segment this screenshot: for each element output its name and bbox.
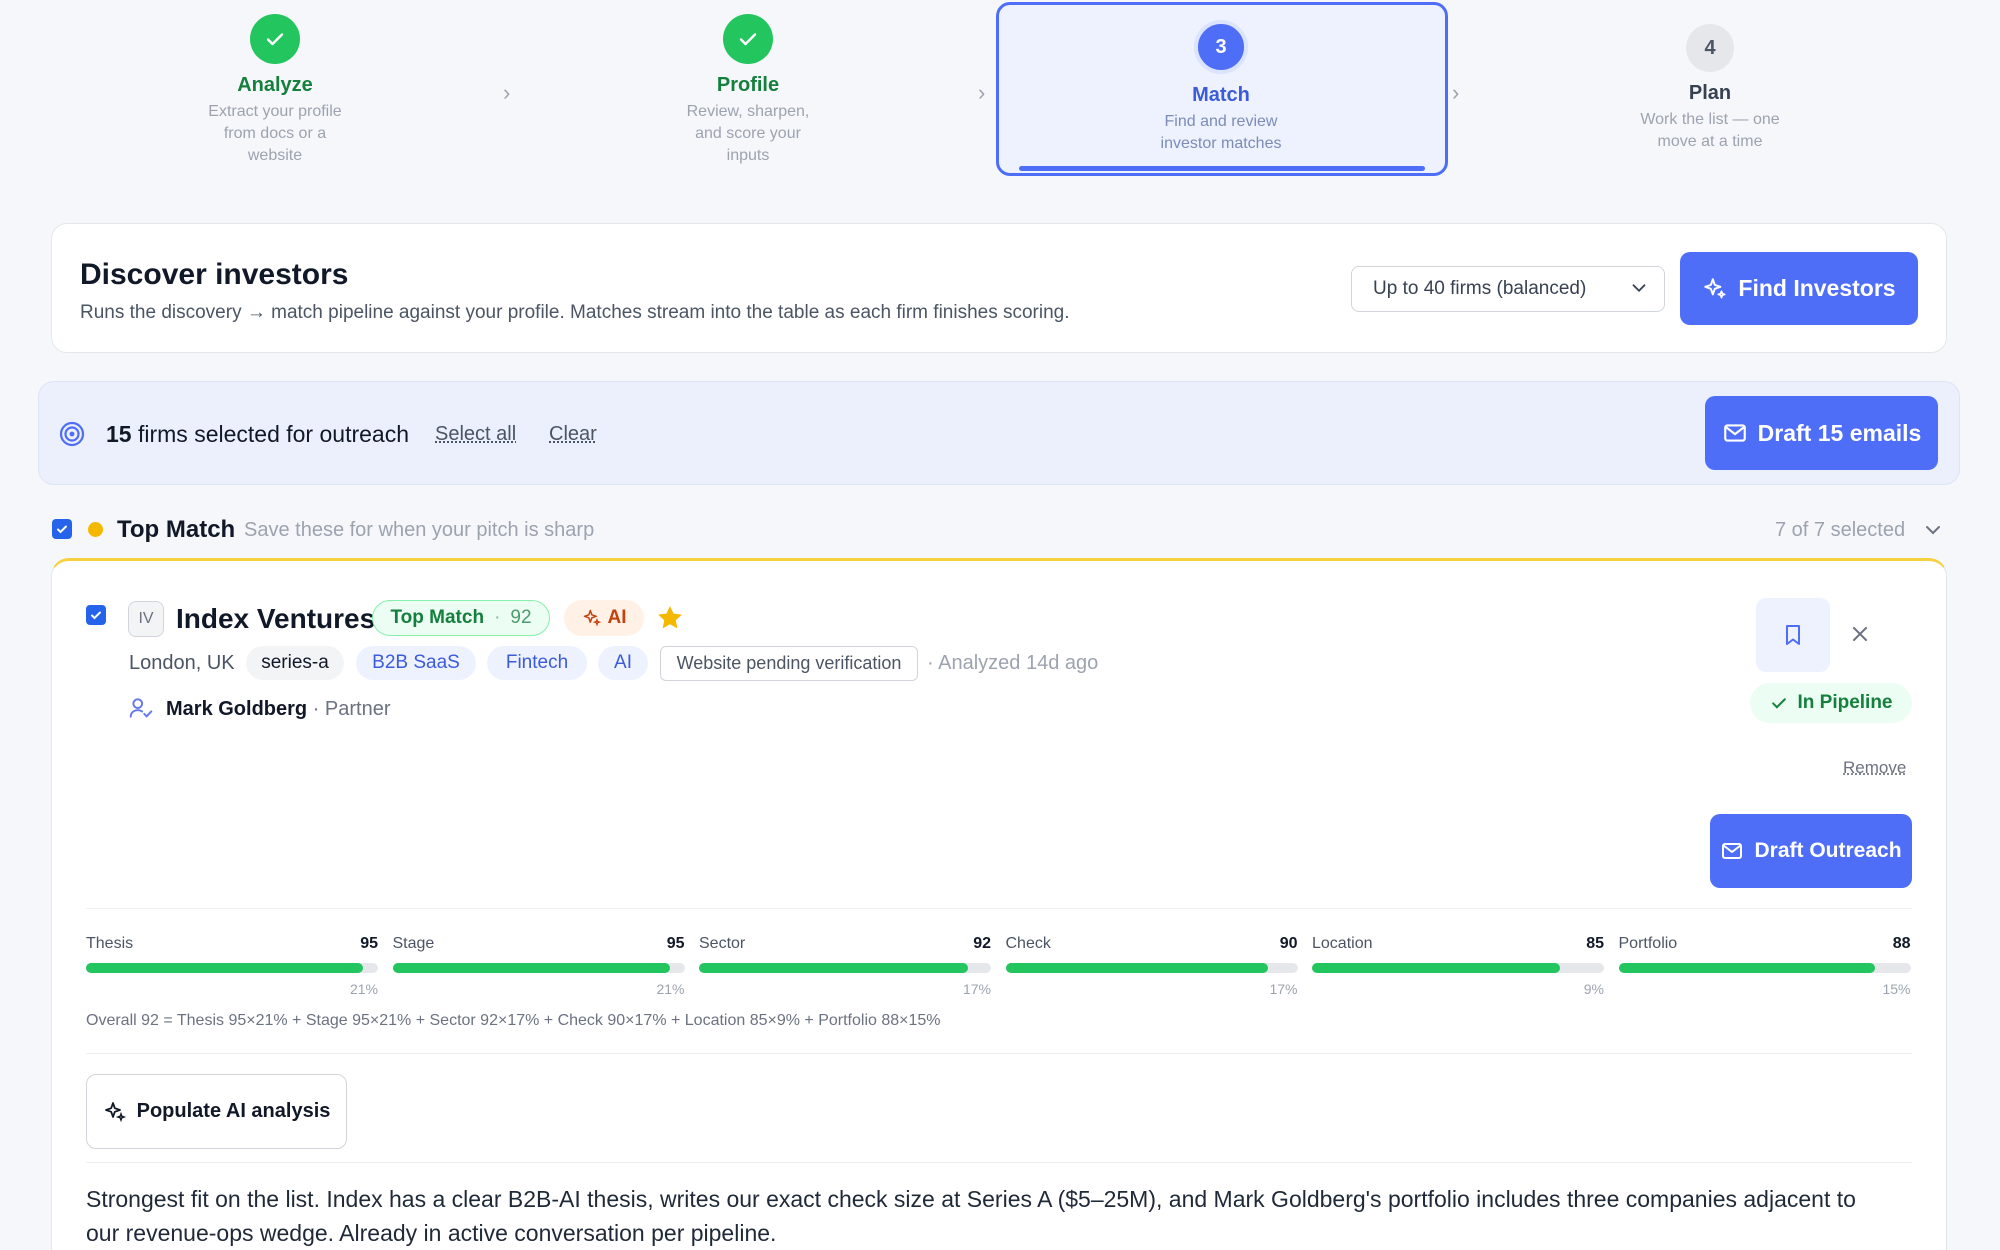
bookmark-button[interactable] — [1756, 598, 1830, 672]
check-icon — [250, 14, 300, 64]
ai-analysis-text: Strongest fit on the list. Index has a c… — [86, 1182, 1926, 1250]
match-badge: Top Match · 92 — [372, 600, 550, 636]
score-bar-fill — [1312, 963, 1560, 973]
discover-subtitle: Runs the discovery → match pipeline agai… — [80, 302, 1070, 324]
step-description: Find and review investor matches — [1121, 111, 1321, 155]
score-value: 90 — [1006, 935, 1298, 953]
score-formula: Overall 92 = Thesis 95×21% + Stage 95×21… — [86, 1012, 941, 1030]
step-plan[interactable]: 4 Plan Work the list — one move at a time — [1610, 24, 1810, 153]
score-bar-track — [1006, 963, 1298, 973]
discover-title: Discover investors — [80, 258, 348, 292]
step-title: Profile — [648, 74, 848, 97]
group-color-dot — [88, 522, 103, 537]
step-number: 3 — [1194, 20, 1248, 74]
find-investors-button[interactable]: Find Investors — [1680, 252, 1918, 325]
score-bar-fill — [699, 963, 968, 973]
score-weight: 17% — [1006, 981, 1298, 997]
check-icon — [89, 608, 103, 622]
step-analyze[interactable]: Analyze Extract your profile from docs or… — [175, 14, 375, 167]
score-bar-fill — [86, 963, 363, 973]
clear-link[interactable]: Clear — [549, 423, 597, 446]
star-icon[interactable] — [655, 603, 685, 633]
draft-emails-button[interactable]: Draft 15 emails — [1705, 396, 1938, 470]
bookmark-icon — [1781, 622, 1805, 648]
check-icon — [723, 14, 773, 64]
score-bar-track — [699, 963, 991, 973]
divider — [86, 1162, 1912, 1163]
in-pipeline-badge: In Pipeline — [1750, 683, 1912, 723]
mail-icon — [1722, 420, 1748, 446]
score-weight: 17% — [699, 981, 991, 997]
verification-badge: Website pending verification — [660, 646, 918, 681]
group-subtitle: Save these for when your pitch is sharp — [244, 519, 594, 542]
step-profile[interactable]: Profile Review, sharpen, and score your in… — [648, 14, 848, 167]
score-value: 85 — [1312, 935, 1604, 953]
investor-checkbox[interactable] — [86, 605, 106, 625]
active-step-progress-bar — [1019, 166, 1425, 171]
sparkle-icon — [582, 608, 602, 628]
check-icon — [1769, 693, 1789, 713]
user-check-icon — [128, 695, 154, 721]
firm-location: London, UK — [129, 652, 235, 675]
contact[interactable]: Mark Goldberg · Partner — [166, 698, 391, 721]
step-title: Plan — [1610, 82, 1810, 105]
sparkle-icon — [1702, 276, 1728, 302]
tag-sector: B2B SaaS — [356, 646, 476, 680]
score-weight: 9% — [1312, 981, 1604, 997]
analyzed-timestamp: · Analyzed 14d ago — [927, 652, 1098, 675]
group-checkbox[interactable] — [52, 519, 72, 539]
score-bar-track — [1619, 963, 1911, 973]
step-description: Work the list — one move at a time — [1610, 109, 1810, 153]
chevron-down-icon — [1628, 277, 1650, 299]
mail-icon — [1720, 839, 1744, 863]
chevron-down-icon[interactable] — [1921, 518, 1945, 542]
target-icon — [58, 420, 86, 448]
selected-count-text: 15 firms selected for outreach — [106, 421, 409, 448]
score-weight: 21% — [86, 981, 378, 997]
group-title: Top Match — [117, 516, 235, 544]
score-bar-fill — [1619, 963, 1876, 973]
group-selected-count: 7 of 7 selected — [1775, 519, 1905, 542]
score-value: 95 — [86, 935, 378, 953]
score-value: 88 — [1619, 935, 1911, 953]
divider — [86, 908, 1912, 909]
step-title: Analyze — [175, 74, 375, 97]
score-value: 92 — [699, 935, 991, 953]
step-match[interactable]: 3 Match Find and review investor matches — [1121, 20, 1321, 155]
select-all-link[interactable]: Select all — [435, 423, 516, 446]
firm-avatar: IV — [128, 601, 164, 637]
score-bar-track — [393, 963, 685, 973]
divider — [86, 1053, 1912, 1054]
remove-link[interactable]: Remove — [1843, 758, 1906, 778]
firm-name[interactable]: Index Ventures — [176, 603, 375, 635]
score-bar-fill — [1006, 963, 1269, 973]
score-bar-fill — [393, 963, 670, 973]
chevron-right-icon: › — [978, 80, 985, 106]
step-title: Match — [1121, 84, 1321, 107]
populate-ai-button[interactable]: Populate AI analysis — [86, 1074, 347, 1149]
draft-outreach-button[interactable]: Draft Outreach — [1710, 814, 1912, 888]
step-number: 4 — [1686, 24, 1734, 72]
chevron-right-icon: › — [1452, 80, 1459, 106]
score-weight: 15% — [1619, 981, 1911, 997]
firm-count-select[interactable]: Up to 40 firms (balanced) — [1351, 266, 1665, 312]
step-description: Review, sharpen, and score your inputs — [648, 101, 848, 167]
check-icon — [55, 522, 69, 536]
score-bar-track — [1312, 963, 1604, 973]
tag-sector: Fintech — [487, 646, 587, 680]
tag-stage: series-a — [246, 646, 344, 680]
close-icon[interactable] — [1848, 622, 1872, 646]
score-value: 95 — [393, 935, 685, 953]
sparkle-icon — [103, 1100, 127, 1124]
chevron-right-icon: › — [503, 80, 510, 106]
step-description: Extract your profile from docs or a websit… — [175, 101, 375, 167]
score-bar-track — [86, 963, 378, 973]
tag-sector: AI — [598, 646, 648, 680]
score-weight: 21% — [393, 981, 685, 997]
ai-badge: AI — [564, 600, 644, 636]
